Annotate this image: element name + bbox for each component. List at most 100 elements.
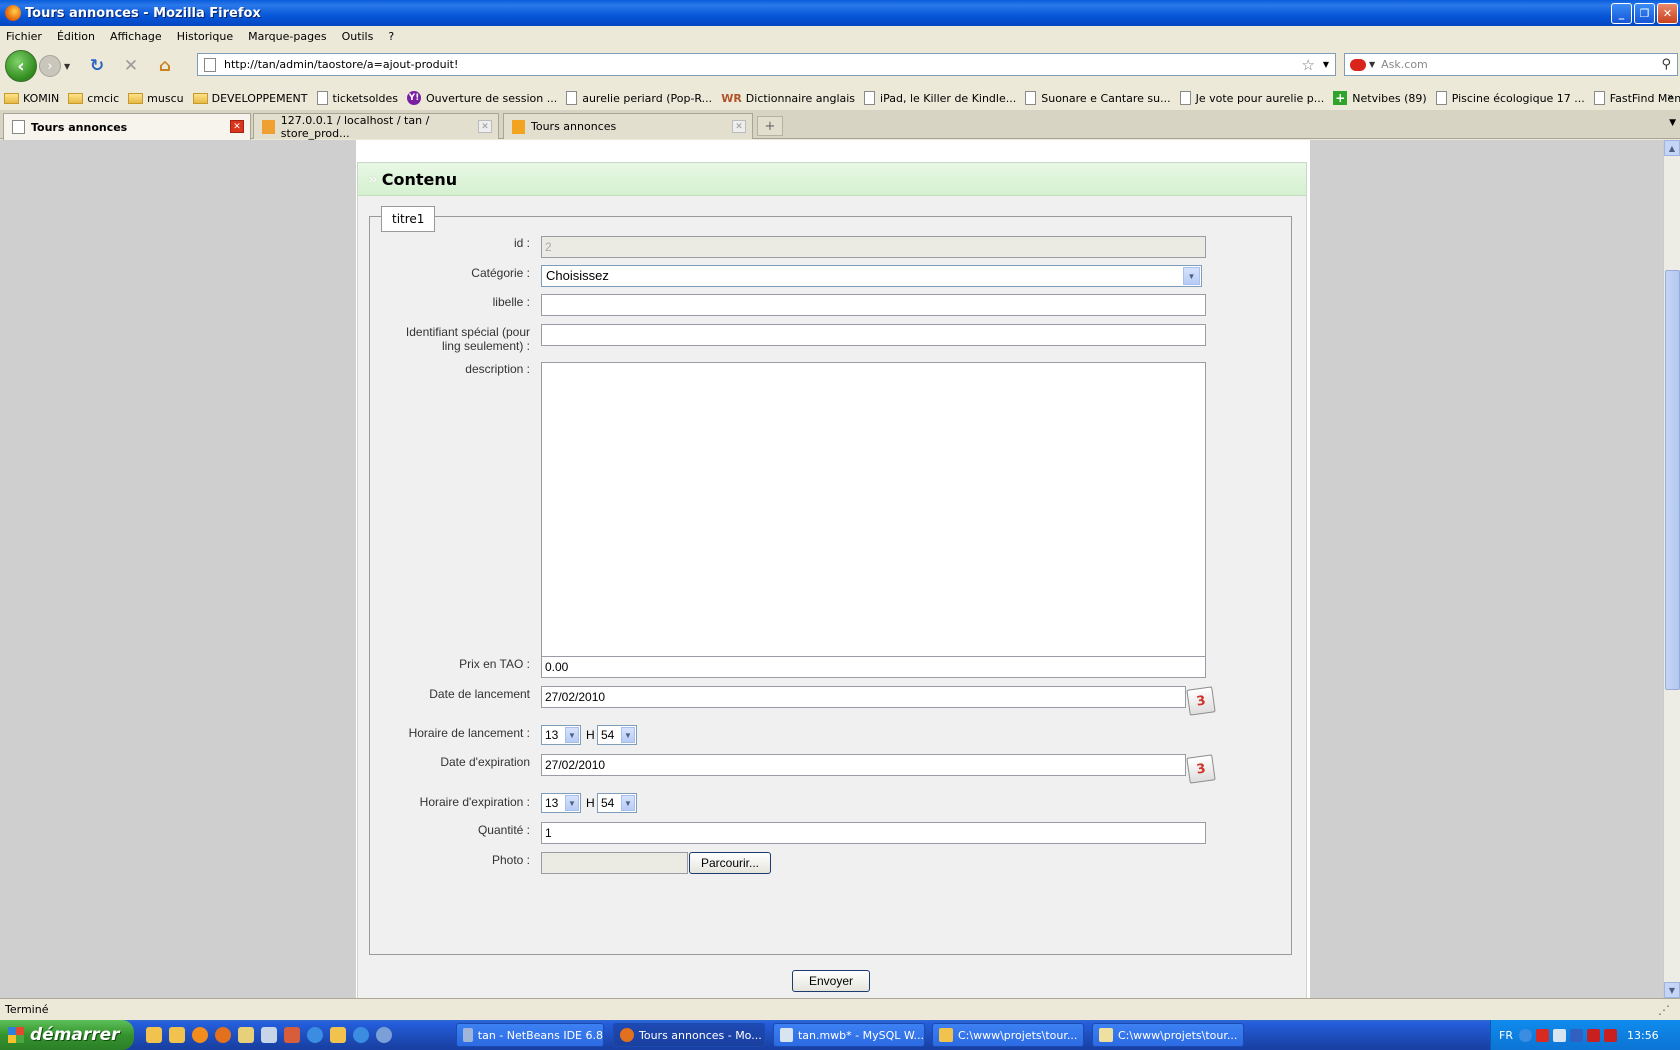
bookmark-star-icon[interactable]: ☆ (1301, 56, 1314, 74)
start-button[interactable]: démarrer (0, 1020, 134, 1050)
chevron-down-icon[interactable]: ▼ (1183, 267, 1200, 285)
tab-tours-annonces-active[interactable]: Tours annonces ✕ (3, 113, 251, 140)
bookmark-aurelie-periard[interactable]: aurelie periard (Pop-R... (566, 91, 712, 105)
ie-icon[interactable] (307, 1027, 323, 1043)
price-input[interactable]: 0.00 (541, 656, 1206, 678)
search-bar[interactable]: ▼ Ask.com ⚲ (1344, 53, 1678, 76)
network-icon[interactable] (1552, 1028, 1566, 1042)
menu-edition[interactable]: Édition (57, 30, 95, 43)
shield-icon[interactable] (1569, 1028, 1583, 1042)
menu-fichier[interactable]: Fichier (6, 30, 42, 43)
language-indicator[interactable]: FR (1499, 1029, 1513, 1042)
bookmark-ouverture-session[interactable]: Y! Ouverture de session ... (406, 91, 557, 105)
task-mysql-workbench[interactable]: tan.mwb* - MySQL W... (773, 1023, 925, 1047)
category-select[interactable]: Choisissez ▼ (541, 265, 1202, 287)
url-text[interactable]: http://tan/admin/taostore/a=ajout-produi… (224, 58, 1301, 71)
close-window-button[interactable]: ✕ (1657, 2, 1678, 24)
bookmark-ipad[interactable]: iPad, le Killer de Kindle... (864, 91, 1016, 105)
forward-button[interactable]: › (39, 55, 61, 77)
folder-icon (939, 1028, 953, 1042)
tab-list-icon[interactable]: ▼ (1669, 118, 1676, 128)
quantity-input[interactable]: 1 (541, 822, 1206, 844)
bookmark-je-vote[interactable]: Je vote pour aurelie p... (1179, 91, 1324, 105)
user-icon[interactable] (238, 1027, 254, 1043)
bookmark-cmcic[interactable]: cmcic (68, 92, 119, 105)
bookmark-piscine[interactable]: Piscine écologique 17 ... (1435, 91, 1585, 105)
reload-icon[interactable]: ↻ (86, 55, 108, 77)
chrome-icon[interactable] (192, 1027, 208, 1043)
close-tab-icon[interactable]: ✕ (478, 120, 492, 133)
minimize-button[interactable]: _ (1611, 2, 1632, 24)
browse-button[interactable]: Parcourir... (689, 852, 771, 874)
task-explorer-2[interactable]: C:\www\projets\tour... (1092, 1023, 1244, 1047)
menu-outils[interactable]: Outils (342, 30, 374, 43)
bookmark-ticketsoldes[interactable]: ticketsoldes (316, 91, 398, 105)
acrobat-icon[interactable] (1603, 1028, 1617, 1042)
url-dropdown-icon[interactable]: ▼ (1323, 60, 1329, 69)
scroll-down-icon[interactable]: ▼ (1664, 982, 1680, 998)
folder-icon[interactable] (146, 1027, 162, 1043)
description-textarea[interactable] (541, 362, 1206, 666)
ask-logo-icon[interactable] (1350, 58, 1366, 71)
bookmark-netvibes[interactable]: + Netvibes (89) (1333, 91, 1427, 105)
app-icon[interactable] (284, 1027, 300, 1043)
chevron-down-icon[interactable]: ▼ (565, 795, 579, 811)
libelle-input[interactable] (541, 294, 1206, 316)
back-button[interactable]: ‹ (5, 50, 37, 82)
maximize-button[interactable]: ❐ (1634, 2, 1655, 24)
bookmarks-overflow-icon[interactable]: » (1667, 90, 1674, 103)
photo-file-input[interactable] (541, 852, 688, 874)
launch-hour-select[interactable]: 13 ▼ (541, 725, 581, 745)
launch-calendar-icon[interactable]: 3 (1186, 686, 1216, 716)
search-icon[interactable]: ⚲ (1661, 57, 1671, 72)
special-id-input[interactable] (541, 324, 1206, 346)
folder-icon[interactable] (169, 1027, 185, 1043)
history-dropdown-icon[interactable]: ▼ (64, 62, 74, 71)
bookmark-komin[interactable]: KOMIN (4, 92, 59, 105)
task-netbeans[interactable]: tan - NetBeans IDE 6.8 (456, 1023, 604, 1047)
home-icon[interactable]: ⌂ (154, 55, 176, 77)
chevron-down-icon[interactable]: ▼ (565, 727, 579, 743)
menu-help[interactable]: ? (388, 30, 394, 43)
tools-icon[interactable] (261, 1027, 277, 1043)
search-engine-dropdown-icon[interactable]: ▼ (1369, 60, 1375, 69)
expiry-minute-select[interactable]: 54 ▼ (597, 793, 637, 813)
launch-minute-select[interactable]: 54 ▼ (597, 725, 637, 745)
tab-phpmyadmin[interactable]: 127.0.0.1 / localhost / tan / store_prod… (253, 113, 499, 140)
bookmark-developpement[interactable]: DEVELOPPEMENT (192, 92, 308, 105)
search-input[interactable]: Ask.com (1381, 58, 1661, 71)
close-tab-icon[interactable]: ✕ (732, 120, 746, 133)
bookmark-muscu[interactable]: muscu (128, 92, 184, 105)
vertical-scrollbar[interactable]: ▲ ▼ (1663, 140, 1680, 998)
ati-icon[interactable] (1535, 1028, 1549, 1042)
stop-icon[interactable]: ✕ (120, 55, 142, 77)
bookmark-suonare[interactable]: Suonare e Cantare su... (1025, 91, 1171, 105)
menu-historique[interactable]: Historique (177, 30, 233, 43)
expiry-calendar-icon[interactable]: 3 (1186, 754, 1216, 784)
submit-button[interactable]: Envoyer (792, 970, 870, 992)
ie-icon[interactable] (353, 1027, 369, 1043)
scrollbar-thumb[interactable] (1665, 270, 1680, 690)
tray-arrow-icon[interactable] (1518, 1028, 1532, 1042)
new-tab-button[interactable]: + (757, 116, 783, 136)
task-firefox[interactable]: Tours annonces - Mo... (613, 1023, 765, 1047)
menu-affichage[interactable]: Affichage (110, 30, 162, 43)
expiry-date-input[interactable]: 27/02/2010 (541, 754, 1186, 776)
folder-icon[interactable] (330, 1027, 346, 1043)
close-tab-icon[interactable]: ✕ (230, 120, 244, 133)
firefox-icon[interactable] (215, 1027, 231, 1043)
tab-tours-annonces[interactable]: Tours annonces ✕ (503, 113, 753, 139)
resize-grip-icon[interactable]: ⋰ (1658, 1003, 1670, 1017)
menu-marque-pages[interactable]: Marque-pages (248, 30, 326, 43)
chevron-down-icon[interactable]: ▼ (621, 727, 635, 743)
url-bar[interactable]: http://tan/admin/taostore/a=ajout-produi… (197, 53, 1336, 76)
task-explorer-1[interactable]: C:\www\projets\tour... (932, 1023, 1084, 1047)
chevron-down-icon[interactable]: ▼ (621, 795, 635, 811)
folder-icon (4, 92, 19, 104)
antivirus-icon[interactable] (1586, 1028, 1600, 1042)
bookmark-dictionnaire[interactable]: WR Dictionnaire anglais (721, 92, 855, 105)
scroll-up-icon[interactable]: ▲ (1664, 140, 1680, 156)
launch-date-input[interactable]: 27/02/2010 (541, 686, 1186, 708)
globe-icon[interactable] (376, 1027, 392, 1043)
expiry-hour-select[interactable]: 13 ▼ (541, 793, 581, 813)
